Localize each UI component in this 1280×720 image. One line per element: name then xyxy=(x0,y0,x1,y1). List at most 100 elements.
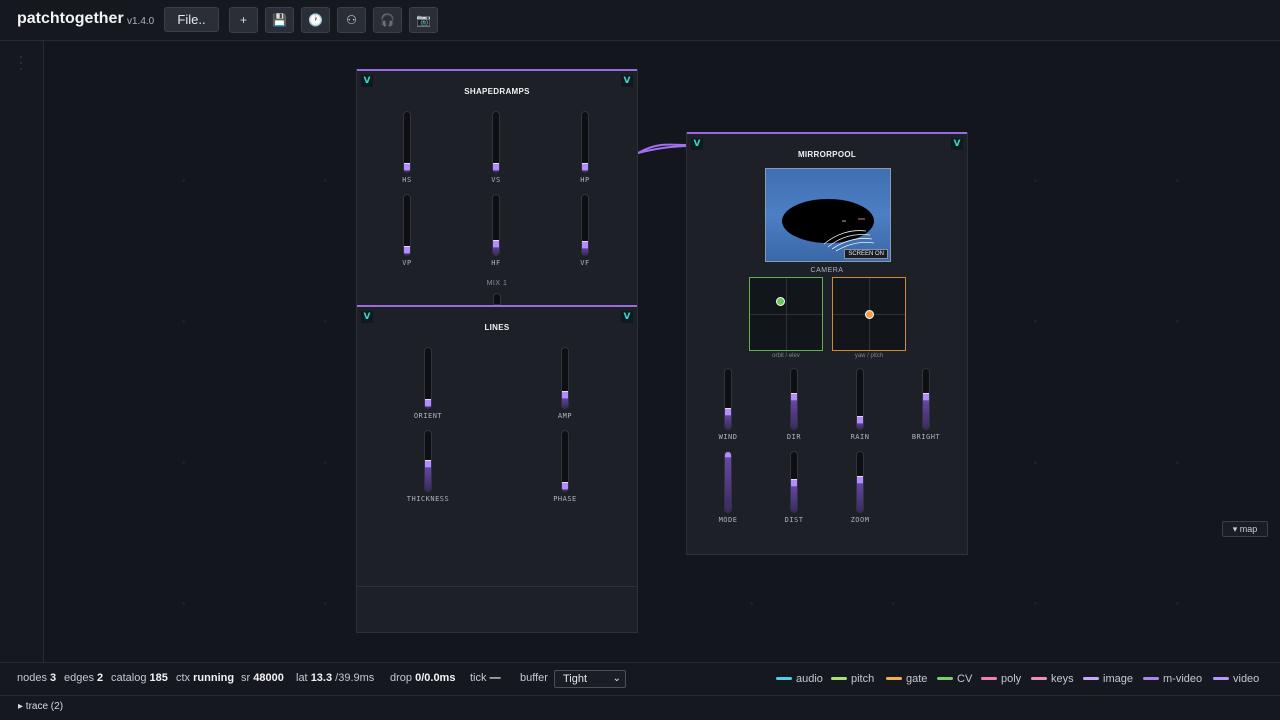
legend-label: gate xyxy=(906,673,928,685)
slider-phase[interactable] xyxy=(561,430,571,492)
slider-track[interactable] xyxy=(922,368,930,430)
legend-swatch xyxy=(831,676,847,680)
slider-knob[interactable] xyxy=(404,163,410,171)
screenshot-button[interactable]: 📷 xyxy=(409,7,438,33)
slider-knob[interactable] xyxy=(791,393,797,401)
input-port-icon[interactable]: V xyxy=(691,138,703,150)
mirrorpool-module[interactable]: V V MIRRORPOOL SCREEN ON CAMERA orbit / … xyxy=(686,132,968,555)
slider-knob[interactable] xyxy=(562,482,568,490)
slider-knob[interactable] xyxy=(425,399,431,407)
stat-value: — xyxy=(489,672,501,684)
slider-thickness[interactable] xyxy=(424,430,434,492)
slider-knob[interactable] xyxy=(582,241,588,249)
slider-orient[interactable] xyxy=(424,347,434,409)
slider-knob[interactable] xyxy=(493,163,499,171)
stat-tick: tick — xyxy=(470,672,501,684)
slider-track[interactable] xyxy=(403,194,411,256)
slider-track[interactable] xyxy=(724,368,732,430)
grid-dot xyxy=(182,320,185,323)
stat-suffix: /39.9ms xyxy=(335,672,375,684)
minimap-toggle[interactable]: ▾ map xyxy=(1222,521,1268,537)
slider-track[interactable] xyxy=(492,111,500,173)
slider-knob[interactable] xyxy=(791,479,797,487)
legend-gate: gate xyxy=(886,673,927,685)
slider-label: DIST xyxy=(784,516,804,524)
top-bar: patchtogether v1.4.0 File.. + 💾 🕐 ⚇ 🎧 📷 xyxy=(0,0,1280,41)
orbit-handle[interactable] xyxy=(776,297,785,306)
slider-track[interactable] xyxy=(724,451,732,513)
stat-value: 2 xyxy=(97,672,104,684)
slider-knob[interactable] xyxy=(725,452,731,458)
slider-track[interactable] xyxy=(790,451,798,513)
slider-knob[interactable] xyxy=(857,416,863,424)
slider-rain[interactable] xyxy=(856,368,866,430)
buffer-select[interactable]: Tight ⌄ xyxy=(554,670,626,688)
slider-knob[interactable] xyxy=(725,408,731,416)
slider-vp[interactable] xyxy=(403,194,413,256)
slider-dist[interactable] xyxy=(790,451,800,513)
slider-knob[interactable] xyxy=(493,240,499,248)
slider-knob[interactable] xyxy=(425,460,431,468)
slider-amp[interactable] xyxy=(561,347,571,409)
yaw-pitch-pad[interactable] xyxy=(832,277,906,351)
legend-label: m-video xyxy=(1163,673,1203,685)
legend-swatch xyxy=(937,676,953,680)
lines-module[interactable]: V V LINES ORIENT AMP THICKNESS PHASE xyxy=(356,305,638,587)
slider-track[interactable] xyxy=(856,451,864,513)
slider-track[interactable] xyxy=(561,430,569,492)
buffer-value: Tight xyxy=(563,673,588,685)
drag-handle-icon[interactable]: · · · xyxy=(19,50,23,74)
legend-swatch xyxy=(1031,676,1047,680)
mix-slider[interactable] xyxy=(493,293,501,305)
slider-label: VS xyxy=(491,176,501,184)
history-button[interactable]: 🕐 xyxy=(301,7,330,33)
slider-hf[interactable] xyxy=(492,194,502,256)
trace-toggle[interactable]: ▸ trace (2) xyxy=(18,701,63,712)
slider-hs[interactable] xyxy=(403,111,413,173)
slider-knob[interactable] xyxy=(582,163,588,171)
patch-canvas[interactable]: V V SHAPEDRAMPS MIX 1 HS VS HP VP HF VF V V L… xyxy=(44,41,1280,662)
slider-knob[interactable] xyxy=(923,393,929,401)
slider-track[interactable] xyxy=(856,368,864,430)
input-port-icon[interactable]: V xyxy=(361,75,373,87)
output-port-icon[interactable]: V xyxy=(621,75,633,87)
slider-fill xyxy=(791,484,797,512)
stat-value: 48000 xyxy=(253,672,284,684)
slider-knob[interactable] xyxy=(562,391,568,399)
slider-hp[interactable] xyxy=(581,111,591,173)
input-port-icon[interactable]: V xyxy=(361,311,373,323)
screen-toggle-button[interactable]: SCREEN ON xyxy=(844,249,888,259)
slider-track[interactable] xyxy=(790,368,798,430)
slider-track[interactable] xyxy=(561,347,569,409)
slider-wind[interactable] xyxy=(724,368,734,430)
slider-track[interactable] xyxy=(403,111,411,173)
file-menu-button[interactable]: File.. xyxy=(164,7,219,32)
output-port-icon[interactable]: V xyxy=(621,311,633,323)
grid-dot xyxy=(182,179,185,182)
slider-vf[interactable] xyxy=(581,194,591,256)
slider-track[interactable] xyxy=(581,194,589,256)
slider-mode[interactable] xyxy=(724,451,734,513)
patch-cable[interactable] xyxy=(638,140,688,160)
orbit-elev-pad[interactable] xyxy=(749,277,823,351)
slider-track[interactable] xyxy=(492,194,500,256)
stat-value: 185 xyxy=(149,672,168,684)
slider-knob[interactable] xyxy=(857,476,863,484)
audio-monitor-button[interactable]: 🎧 xyxy=(373,7,402,33)
yaw-handle[interactable] xyxy=(865,310,874,319)
slider-dir[interactable] xyxy=(790,368,800,430)
add-node-button[interactable]: + xyxy=(229,7,258,33)
headphones-icon: 🎧 xyxy=(380,13,395,27)
save-button[interactable]: 💾 xyxy=(265,7,294,33)
slider-zoom[interactable] xyxy=(856,451,866,513)
slider-vs[interactable] xyxy=(492,111,502,173)
output-port-icon[interactable]: V xyxy=(951,138,963,150)
module-title: SHAPEDRAMPS xyxy=(464,87,530,96)
slider-bright[interactable] xyxy=(922,368,932,430)
slider-knob[interactable] xyxy=(404,246,410,254)
add-icon: + xyxy=(239,13,247,27)
share-button[interactable]: ⚇ xyxy=(337,7,366,33)
slider-track[interactable] xyxy=(424,347,432,409)
slider-track[interactable] xyxy=(581,111,589,173)
slider-track[interactable] xyxy=(424,430,432,492)
